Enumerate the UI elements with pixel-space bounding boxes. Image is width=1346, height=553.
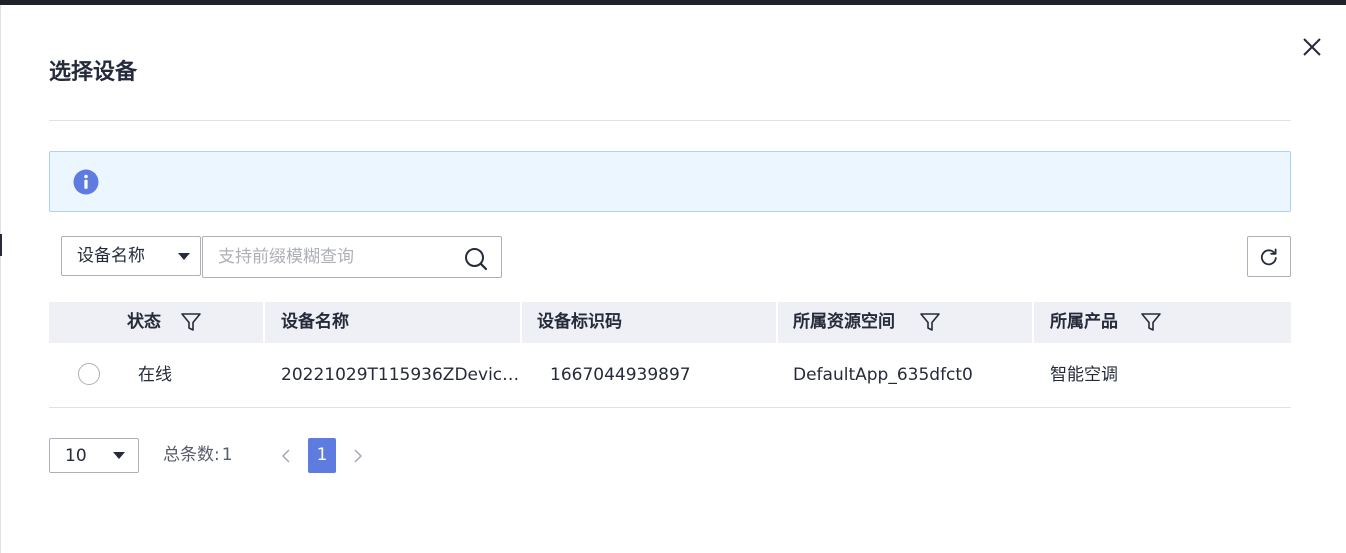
table-row[interactable]: 在线 20221029T115936ZDevic… 1667044939897 … (49, 343, 1291, 408)
row-radio[interactable] (78, 363, 100, 385)
cell-status: 在线 (138, 365, 172, 385)
column-separator (263, 302, 265, 343)
next-page-button[interactable] (350, 446, 366, 466)
page-button-current[interactable]: 1 (308, 438, 336, 473)
cell-device-id: 1667044939897 (550, 365, 691, 385)
search-box (202, 236, 502, 278)
column-separator (1032, 302, 1034, 343)
total-count: 总条数: 1 (163, 444, 233, 466)
refresh-button[interactable] (1247, 236, 1291, 277)
column-separator (520, 302, 522, 343)
cell-device-name: 20221029T115936ZDevic… (281, 365, 520, 385)
caret-down-icon (178, 253, 190, 260)
column-header-device-name: 设备名称 (281, 312, 349, 332)
close-button[interactable] (1300, 35, 1324, 59)
chevron-right-icon (354, 449, 363, 463)
previous-page-button[interactable] (278, 446, 294, 466)
cell-product: 智能空调 (1050, 365, 1118, 385)
info-banner (49, 151, 1291, 212)
total-label: 总条数: (163, 445, 220, 465)
page-size-value: 10 (65, 446, 87, 466)
column-header-status: 状态 (127, 312, 161, 332)
top-bar (0, 0, 1346, 5)
search-field-value: 设备名称 (77, 246, 145, 266)
left-edge-marker (0, 234, 2, 256)
title-divider (49, 120, 1291, 121)
filter-icon[interactable] (180, 311, 202, 333)
filter-icon[interactable] (1140, 311, 1162, 333)
column-header-resource-space: 所属资源空间 (793, 312, 895, 332)
caret-down-icon (113, 452, 125, 459)
search-icon[interactable] (463, 246, 489, 272)
total-value: 1 (221, 445, 233, 465)
filter-icon[interactable] (919, 311, 941, 333)
close-icon (1303, 38, 1321, 56)
column-header-device-id: 设备标识码 (537, 312, 622, 332)
column-separator (776, 302, 778, 343)
chevron-left-icon (281, 449, 290, 463)
page-size-select[interactable]: 10 (49, 438, 139, 473)
cell-resource-space: DefaultApp_635dfct0 (793, 365, 973, 385)
dialog-title: 选择设备 (49, 60, 138, 85)
table-header: 状态 设备名称 设备标识码 所属资源空间 所属产品 (49, 302, 1291, 343)
left-edge-divider (0, 5, 1, 553)
column-header-product: 所属产品 (1050, 312, 1118, 332)
search-field-select[interactable]: 设备名称 (61, 236, 201, 276)
search-input[interactable] (204, 238, 468, 276)
info-icon (73, 169, 99, 195)
refresh-icon (1260, 248, 1277, 266)
